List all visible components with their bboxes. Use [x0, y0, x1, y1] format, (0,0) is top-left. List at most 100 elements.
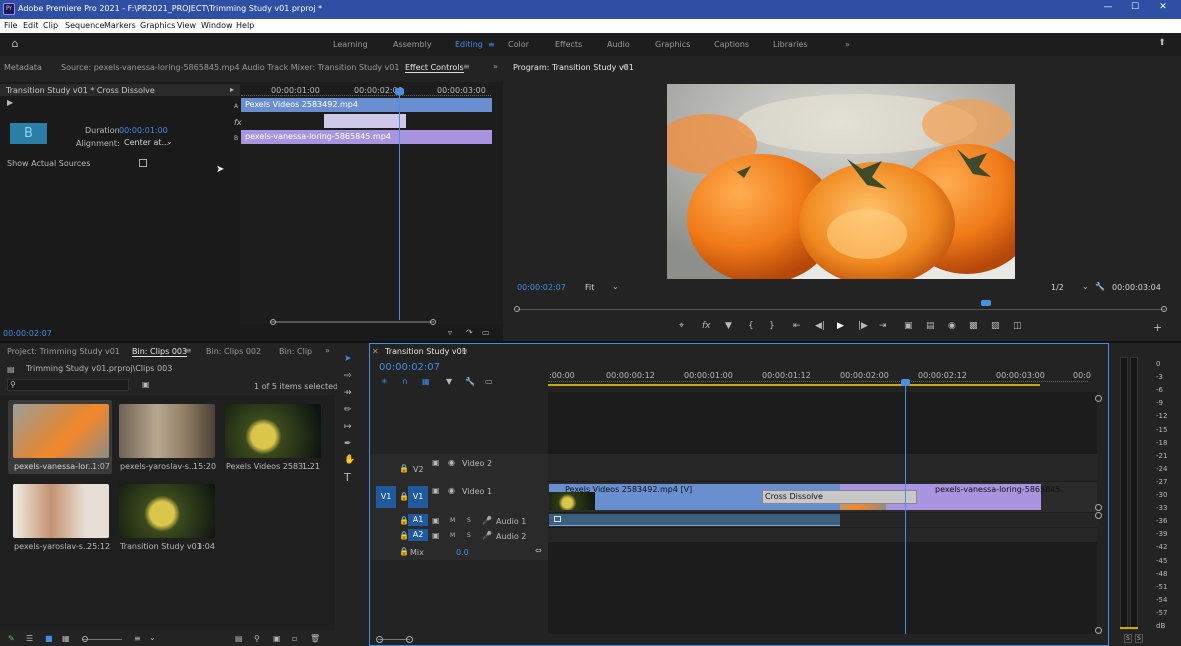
zoom-slider-handle[interactable]	[82, 636, 88, 642]
eye-icon[interactable]: ◉	[448, 486, 455, 495]
workspace-more-icon[interactable]: »	[845, 40, 850, 49]
mute-button[interactable]: M	[450, 517, 455, 524]
workspace-libraries[interactable]: Libraries	[773, 40, 808, 49]
track-v1-target[interactable]: V1	[408, 486, 428, 508]
sync-lock-icon[interactable]: ▣	[432, 531, 440, 540]
sync-lock-icon[interactable]: ▣	[432, 458, 440, 467]
fx-icon[interactable]: fx	[702, 321, 711, 331]
workspace-learning[interactable]: Learning	[333, 40, 368, 49]
lock-icon[interactable]: 🔒	[399, 464, 409, 473]
ec-scroll-handle[interactable]	[430, 319, 436, 325]
step-forward-icon[interactable]: |▶	[858, 321, 868, 331]
vertical-scroll-handle[interactable]	[1095, 395, 1102, 402]
mark-in-icon[interactable]: {	[748, 321, 754, 331]
step-back-icon[interactable]: ◀|	[815, 321, 825, 331]
menu-clip[interactable]: Clip	[43, 21, 58, 30]
tab-metadata[interactable]: Metadata	[4, 63, 42, 72]
nest-icon[interactable]: ✳	[381, 377, 388, 386]
bin-search-input[interactable]	[7, 379, 129, 391]
solo-button[interactable]: S	[467, 517, 471, 524]
work-area-bar[interactable]	[548, 384, 1040, 386]
workspace-editing[interactable]: Editing	[455, 40, 483, 49]
timeline-playhead-handle[interactable]	[901, 379, 910, 386]
ripple-edit-tool-icon[interactable]: ⇸	[344, 388, 352, 398]
add-button-icon[interactable]: +	[1153, 321, 1162, 334]
slip-tool-icon[interactable]: ↦	[344, 422, 352, 432]
chevron-down-icon[interactable]: ⌄	[149, 633, 156, 642]
timebar-handle[interactable]	[1161, 306, 1167, 312]
extract-icon[interactable]: ▤	[926, 321, 935, 331]
linked-selection-icon[interactable]: ▦	[422, 377, 430, 386]
alignment-dropdown[interactable]: Center at...	[124, 138, 169, 147]
track-v2-label[interactable]: V2	[413, 465, 424, 474]
hand-tool-icon[interactable]: ✋	[344, 455, 355, 465]
workspace-menu-icon[interactable]: ≡	[488, 40, 495, 49]
go-to-in-icon[interactable]: ⇤	[793, 321, 801, 331]
menu-help[interactable]: Help	[236, 21, 254, 30]
go-to-out-icon[interactable]: ⇥	[879, 321, 887, 331]
share-icon[interactable]: ⬆	[1155, 38, 1169, 48]
automate-icon[interactable]: ▤	[235, 634, 243, 643]
list-view-icon[interactable]: ☰	[26, 634, 33, 643]
vertical-scroll-handle[interactable]	[1095, 512, 1102, 519]
find-icon[interactable]: ⚲	[254, 634, 260, 643]
lock-icon[interactable]: 🔒	[399, 547, 409, 556]
workspace-audio[interactable]: Audio	[607, 40, 630, 49]
solo-button[interactable]: S	[467, 532, 471, 539]
razor-tool-icon[interactable]: ✏	[344, 405, 352, 415]
chevron-down-icon[interactable]: ⌄	[166, 137, 173, 146]
wrench-icon[interactable]: 🔧	[465, 377, 475, 386]
camera-icon[interactable]: ◉	[948, 321, 956, 331]
wrench-icon[interactable]: 🔧	[1095, 282, 1105, 291]
export-icon[interactable]: ↷	[466, 328, 473, 337]
add-marker-icon[interactable]: ▼	[446, 377, 452, 386]
tabs-more-icon[interactable]: »	[325, 346, 330, 355]
ec-zoom-scrollbar[interactable]	[270, 321, 434, 323]
marker-icon[interactable]: ▼	[725, 321, 732, 331]
menu-window[interactable]: Window	[201, 21, 233, 30]
timeline-close-icon[interactable]: ✕	[372, 347, 379, 356]
program-menu-icon[interactable]: ≡	[622, 62, 629, 71]
menu-file[interactable]: File	[4, 21, 17, 30]
chevron-down-icon[interactable]: ⌄	[1082, 282, 1089, 291]
tab-bin-clips-003[interactable]: Bin: Clips 003	[132, 347, 188, 357]
track-a1-target[interactable]: A1	[408, 514, 428, 526]
play-icon[interactable]: ▶	[837, 321, 844, 331]
panel-more-icon[interactable]: »	[493, 62, 498, 71]
microphone-icon[interactable]: 🎤	[482, 516, 492, 525]
sync-lock-icon[interactable]: ▣	[432, 516, 440, 525]
clip-thumbnail[interactable]	[119, 484, 215, 538]
show-actual-sources-checkbox[interactable]	[139, 159, 147, 167]
mix-expand-icon[interactable]: ⇔	[535, 546, 542, 555]
new-bin-icon[interactable]: ▣	[142, 380, 150, 389]
fit-dropdown[interactable]: Fit	[585, 283, 594, 292]
solo-left-button[interactable]: S	[1124, 634, 1132, 643]
insert-icon[interactable]: ▩	[969, 321, 978, 331]
menu-markers[interactable]: Markers	[104, 21, 136, 30]
duration-value[interactable]: 00:00:01:00	[119, 126, 168, 135]
mute-button[interactable]: M	[450, 532, 455, 539]
workspace-captions[interactable]: Captions	[714, 40, 749, 49]
timebar-handle[interactable]	[514, 306, 520, 312]
maximize-icon[interactable]: ☐	[1127, 2, 1143, 12]
chevron-down-icon[interactable]: ⌄	[612, 282, 619, 291]
track-a2-target[interactable]: A2	[408, 529, 428, 541]
horizontal-scroll-handle[interactable]	[406, 636, 413, 643]
program-playhead[interactable]	[981, 300, 991, 306]
clip-thumbnail[interactable]	[225, 404, 321, 458]
ec-timecode[interactable]: 00:00:02:07	[3, 329, 52, 338]
selection-tool-icon[interactable]: ➤	[344, 354, 352, 364]
ec-transition-bar[interactable]	[324, 114, 406, 128]
horizontal-scroll-handle[interactable]	[376, 636, 383, 643]
ec-playhead[interactable]	[399, 88, 400, 320]
export-icon[interactable]: ▭	[482, 328, 490, 337]
trash-icon[interactable]: 🗑	[310, 634, 320, 643]
play-transition-icon[interactable]: ▶	[7, 98, 13, 107]
close-icon[interactable]: ✕	[1155, 2, 1171, 12]
menu-view[interactable]: View	[177, 21, 196, 30]
workspace-effects[interactable]: Effects	[555, 40, 582, 49]
ec-scroll-handle[interactable]	[270, 319, 276, 325]
pen-tool-icon[interactable]: ✒	[344, 439, 352, 449]
menu-graphics[interactable]: Graphics	[140, 21, 175, 30]
clip-thumbnail[interactable]	[13, 404, 109, 458]
